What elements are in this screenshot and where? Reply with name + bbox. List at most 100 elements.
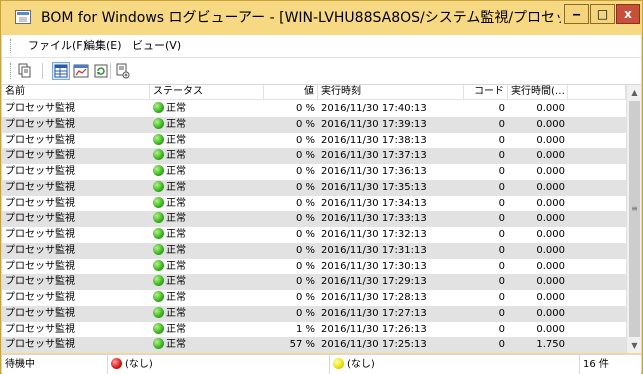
cell-status: 正常 [150, 322, 264, 338]
status-text: 正常 [166, 260, 186, 272]
cell-time: 2016/11/30 17:38:13 [321, 134, 427, 146]
cell-name: プロセッサ監視 [5, 339, 75, 351]
status-state: 待機中 [2, 355, 108, 374]
menu-file[interactable]: ファイル(F) [28, 39, 87, 53]
log-table[interactable]: 名前 ステータス 値 実行時刻 コード 実行時間(… プロセッサ監視 正常 0 % 2… [2, 85, 641, 353]
table-view-icon[interactable] [52, 62, 70, 80]
status-text: 正常 [166, 244, 186, 256]
status-yellow-text: (なし) [347, 359, 375, 370]
status-ok-icon [153, 196, 164, 208]
cell-code: 0 [498, 244, 505, 256]
toolbar [2, 58, 641, 85]
maximize-button[interactable]: □ [590, 4, 615, 24]
table-row[interactable]: プロセッサ監視 正常 0 % 2016/11/30 17:35:13 0 0.000 [2, 179, 626, 196]
status-ok-icon [153, 259, 164, 271]
status-text: 正常 [166, 307, 186, 319]
cell-value: 0 % [295, 213, 315, 225]
table-row[interactable]: プロセッサ監視 正常 0 % 2016/11/30 17:32:13 0 0.000 [2, 227, 626, 243]
scroll-up-arrow-icon[interactable]: ▲ [627, 85, 641, 100]
table-header: 名前 ステータス 値 実行時刻 コード 実行時間(… [2, 85, 626, 100]
table-row[interactable]: プロセッサ監視 正常 0 % 2016/11/30 17:36:13 0 0.000 [2, 164, 626, 180]
status-ok-icon [153, 338, 164, 350]
status-ok-icon [153, 149, 164, 161]
cell-status: 正常 [150, 306, 264, 322]
table-row[interactable]: プロセッサ監視 正常 0 % 2016/11/30 17:37:13 0 0.000 [2, 148, 626, 164]
table-row[interactable]: プロセッサ監視 正常 0 % 2016/11/30 17:34:13 0 0.000 [2, 196, 626, 212]
column-header-time[interactable]: 実行時刻 [318, 85, 464, 99]
menu-grip [10, 39, 13, 53]
copy-icon[interactable] [16, 62, 34, 80]
cell-duration: 0.000 [536, 134, 565, 146]
scroll-thumb[interactable] [629, 101, 640, 337]
status-text: 正常 [166, 150, 186, 162]
close-button[interactable]: x [616, 4, 640, 24]
cell-status: 正常 [150, 243, 264, 259]
app-icon [15, 10, 31, 24]
scroll-grip-icon: ≡ [631, 204, 638, 213]
table-row[interactable]: プロセッサ監視 正常 0 % 2016/11/30 17:28:13 0 0.000 [2, 290, 626, 306]
cell-value: 0 % [295, 150, 315, 162]
cell-value: 0 % [295, 260, 315, 272]
cell-duration: 0.000 [536, 292, 565, 303]
cell-name: プロセッサ監視 [5, 150, 75, 162]
window-title: BOM for Windows ログビューアー - [WIN-LVHU88SA8… [41, 10, 561, 26]
chart-view-icon[interactable] [72, 62, 90, 80]
column-header-code[interactable]: コード [464, 85, 508, 99]
cell-name: プロセッサ監視 [5, 260, 75, 272]
status-text: 正常 [166, 276, 186, 288]
scroll-down-arrow-icon[interactable]: ▼ [627, 338, 641, 353]
cell-code: 0 [498, 197, 505, 209]
table-row[interactable]: プロセッサ監視 正常 0 % 2016/11/30 17:40:13 0 0.000 [2, 101, 626, 117]
column-header-name[interactable]: 名前 [2, 85, 150, 99]
status-text: 正常 [166, 213, 186, 225]
status-yellow-cell: (なし) [330, 355, 580, 374]
toolbar-grip [10, 63, 13, 79]
cell-status: 正常 [150, 196, 264, 212]
table-row[interactable]: プロセッサ監視 正常 0 % 2016/11/30 17:39:13 0 0.000 [2, 116, 626, 133]
cell-status: 正常 [150, 290, 264, 306]
table-row[interactable]: プロセッサ監視 正常 0 % 2016/11/30 17:30:13 0 0.000 [2, 259, 626, 275]
table-row[interactable]: プロセッサ監視 正常 0 % 2016/11/30 17:31:13 0 0.000 [2, 242, 626, 259]
cell-name: プロセッサ監視 [5, 197, 75, 209]
refresh-icon[interactable] [92, 62, 110, 80]
cell-value: 0 % [295, 244, 315, 256]
cell-code: 0 [498, 134, 505, 146]
cell-status: 正常 [150, 101, 264, 117]
status-red-text: (なし) [125, 359, 153, 370]
toolbar-separator [42, 63, 43, 79]
title-bar[interactable]: BOM for Windows ログビューアー - [WIN-LVHU88SA8… [1, 1, 642, 35]
cell-status: 正常 [150, 164, 264, 180]
table-row[interactable]: プロセッサ監視 正常 0 % 2016/11/30 17:38:13 0 0.000 [2, 133, 626, 149]
menu-edit[interactable]: 編集(E) [84, 39, 122, 53]
cell-code: 0 [498, 323, 505, 335]
cell-value: 0 % [295, 181, 315, 193]
status-ok-icon [153, 243, 164, 255]
status-ok-icon [153, 165, 164, 176]
minimize-button[interactable]: ‒ [564, 4, 589, 24]
table-row[interactable]: プロセッサ監視 正常 0 % 2016/11/30 17:33:13 0 0.000 [2, 211, 626, 227]
cell-value: 0 % [295, 118, 315, 130]
cell-name: プロセッサ監視 [5, 323, 75, 335]
cell-duration: 0.000 [536, 323, 565, 335]
export-icon[interactable] [114, 62, 132, 80]
column-header-duration[interactable]: 実行時間(… [508, 85, 568, 99]
status-ok-icon [153, 228, 164, 239]
cell-time: 2016/11/30 17:29:13 [321, 276, 427, 288]
column-header-status[interactable]: ステータス [150, 85, 264, 99]
table-row[interactable]: プロセッサ監視 正常 0 % 2016/11/30 17:29:13 0 0.000 [2, 274, 626, 290]
status-count: 16 件 [583, 359, 609, 370]
status-text: 正常 [166, 292, 186, 303]
vertical-scrollbar[interactable]: ▲ ≡ ▼ [626, 85, 641, 353]
table-row[interactable]: プロセッサ監視 正常 1 % 2016/11/30 17:26:13 0 0.000 [2, 322, 626, 338]
column-header-value[interactable]: 値 [264, 85, 318, 99]
table-row[interactable]: プロセッサ監視 正常 57 % 2016/11/30 17:25:13 0 1.750 [2, 337, 626, 353]
table-row[interactable]: プロセッサ監視 正常 0 % 2016/11/30 17:27:13 0 0.000 [2, 305, 626, 322]
status-text: 正常 [166, 166, 186, 177]
cell-status: 正常 [150, 259, 264, 275]
cell-value: 0 % [295, 166, 315, 177]
menu-view[interactable]: ビュー(V) [132, 39, 181, 53]
cell-status: 正常 [150, 337, 264, 353]
status-text: 正常 [166, 339, 186, 351]
cell-value: 0 % [295, 276, 315, 288]
cell-name: プロセッサ監視 [5, 276, 75, 288]
